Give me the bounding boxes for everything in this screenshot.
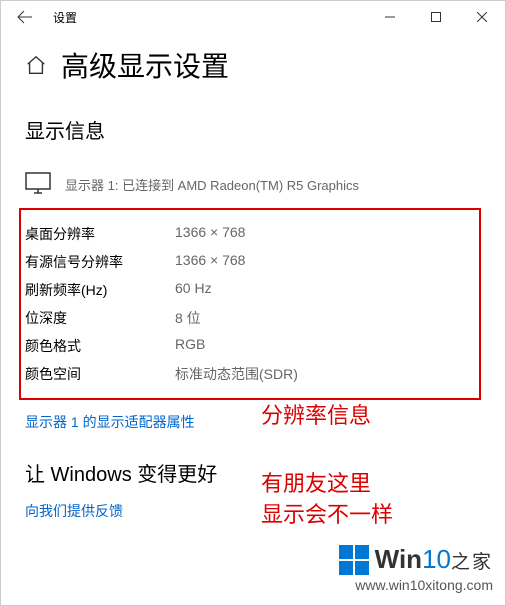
back-button[interactable]: [9, 1, 41, 33]
display-info-box: 桌面分辨率1366 × 768 有源信号分辨率1366 × 768 刷新频率(H…: [19, 208, 481, 400]
brand-prefix: Win: [375, 544, 422, 574]
info-value: 60 Hz: [175, 280, 212, 300]
content-area: 高级显示设置 显示信息 显示器 1: 已连接到 AMD Radeon(TM) R…: [1, 33, 505, 521]
page-title: 高级显示设置: [61, 45, 229, 85]
minimize-button[interactable]: [367, 1, 413, 33]
info-row: 颜色空间标准动态范围(SDR): [25, 360, 469, 388]
info-row: 桌面分辨率1366 × 768: [25, 220, 469, 248]
section-title: 显示信息: [25, 115, 481, 144]
arrow-left-icon: [17, 9, 33, 25]
info-label: 有源信号分辨率: [25, 252, 175, 272]
minimize-icon: [385, 12, 395, 22]
better-section-title: 让 Windows 变得更好: [25, 458, 481, 487]
info-row: 颜色格式RGB: [25, 332, 469, 360]
feedback-link[interactable]: 向我们提供反馈: [25, 501, 123, 521]
info-label: 颜色空间: [25, 364, 175, 384]
info-value: 1366 × 768: [175, 252, 245, 272]
annotation-line: 显示会不一样: [261, 502, 393, 527]
watermark-logo: Win10之家: [339, 544, 493, 575]
connected-text: 显示器 1: 已连接到 AMD Radeon(TM) R5 Graphics: [65, 175, 359, 194]
info-value: RGB: [175, 336, 205, 356]
info-label: 颜色格式: [25, 336, 175, 356]
adapter-properties-link[interactable]: 显示器 1 的显示适配器属性: [25, 412, 195, 432]
info-label: 位深度: [25, 308, 175, 328]
close-button[interactable]: [459, 1, 505, 33]
close-icon: [477, 12, 487, 22]
info-row: 位深度8 位: [25, 304, 469, 332]
page-header: 高级显示设置: [25, 45, 481, 85]
watermark-brand: Win10之家: [375, 544, 493, 575]
info-row: 有源信号分辨率1366 × 768: [25, 248, 469, 276]
info-value: 8 位: [175, 308, 201, 328]
brand-suffix: 之家: [451, 552, 493, 573]
watermark: Win10之家 www.win10xitong.com: [339, 544, 493, 593]
info-value: 1366 × 768: [175, 224, 245, 244]
home-icon: [25, 54, 47, 76]
annotation-line: 有朋友这里: [261, 471, 371, 496]
titlebar: 设置: [1, 1, 505, 33]
maximize-icon: [431, 12, 441, 22]
watermark-url: www.win10xitong.com: [339, 577, 493, 593]
monitor-icon: [25, 172, 51, 194]
maximize-button[interactable]: [413, 1, 459, 33]
info-value: 标准动态范围(SDR): [175, 364, 298, 384]
window-controls: [367, 1, 505, 33]
brand-num: 10: [422, 544, 451, 574]
info-row: 刷新频率(Hz)60 Hz: [25, 276, 469, 304]
windows-logo-icon: [339, 545, 369, 575]
window-title: 设置: [53, 9, 77, 26]
info-label: 刷新频率(Hz): [25, 280, 175, 300]
annotation-friends: 有朋友这里 显示会不一样: [261, 469, 393, 531]
annotation-resolution: 分辨率信息: [261, 401, 371, 432]
info-label: 桌面分辨率: [25, 224, 175, 244]
monitor-info-row: 显示器 1: 已连接到 AMD Radeon(TM) R5 Graphics: [25, 172, 481, 194]
